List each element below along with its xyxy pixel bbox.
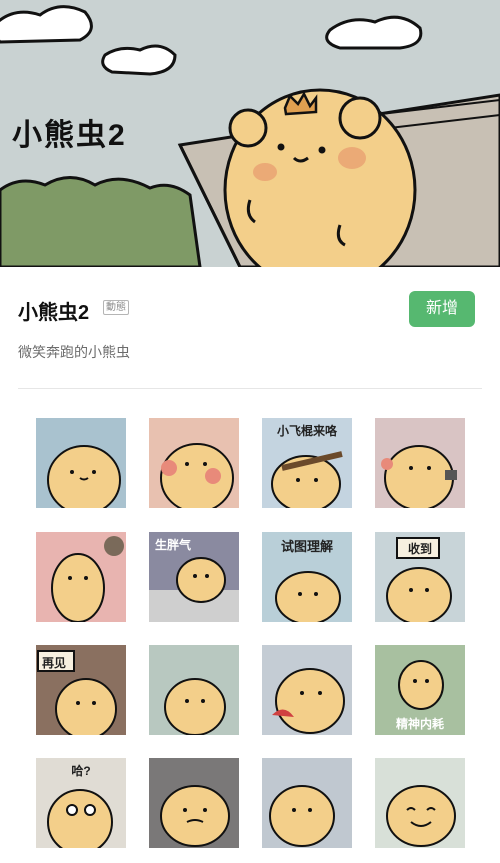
sticker-item[interactable] — [375, 758, 465, 848]
sticker-item[interactable] — [36, 418, 126, 508]
add-button[interactable]: 新增 — [409, 291, 475, 327]
sticker-item[interactable]: 收到 — [375, 532, 465, 622]
sticker-caption: 试图理解 — [280, 539, 333, 554]
sticker-item[interactable] — [149, 418, 239, 508]
sticker-caption: 哈? — [71, 764, 91, 778]
sticker-item[interactable] — [149, 645, 239, 735]
sticker-caption: 收到 — [407, 542, 432, 556]
sticker-caption: 生胖气 — [155, 538, 192, 552]
sticker-item[interactable]: 小飞棍来咯 — [262, 418, 352, 508]
sticker-item[interactable]: 试图理解 — [262, 532, 352, 622]
sticker-item[interactable] — [262, 758, 352, 848]
sticker-item[interactable] — [262, 645, 352, 735]
sticker-item[interactable] — [149, 758, 239, 848]
sticker-item[interactable] — [375, 418, 465, 508]
sticker-caption: 再见 — [42, 656, 67, 670]
animated-badge: 動態 — [103, 300, 129, 315]
sticker-item[interactable]: 哈? — [36, 758, 126, 848]
pack-description: 微笑奔跑的小熊虫 — [18, 344, 130, 360]
sticker-item[interactable]: 生胖气 — [149, 532, 239, 622]
pack-title: 小熊虫2 — [18, 302, 90, 324]
divider — [18, 388, 482, 389]
sticker-item[interactable] — [36, 532, 126, 622]
sticker-caption: 精神内耗 — [395, 717, 444, 731]
sticker-item[interactable]: 精神内耗 — [375, 645, 465, 735]
sticker-item[interactable]: 再见 — [36, 645, 126, 735]
pack-banner: 小熊虫2 — [0, 0, 500, 267]
sticker-caption: 小飞棍来咯 — [276, 424, 337, 438]
banner-title: 小熊虫2 — [12, 119, 127, 152]
pack-header — [0, 267, 500, 389]
